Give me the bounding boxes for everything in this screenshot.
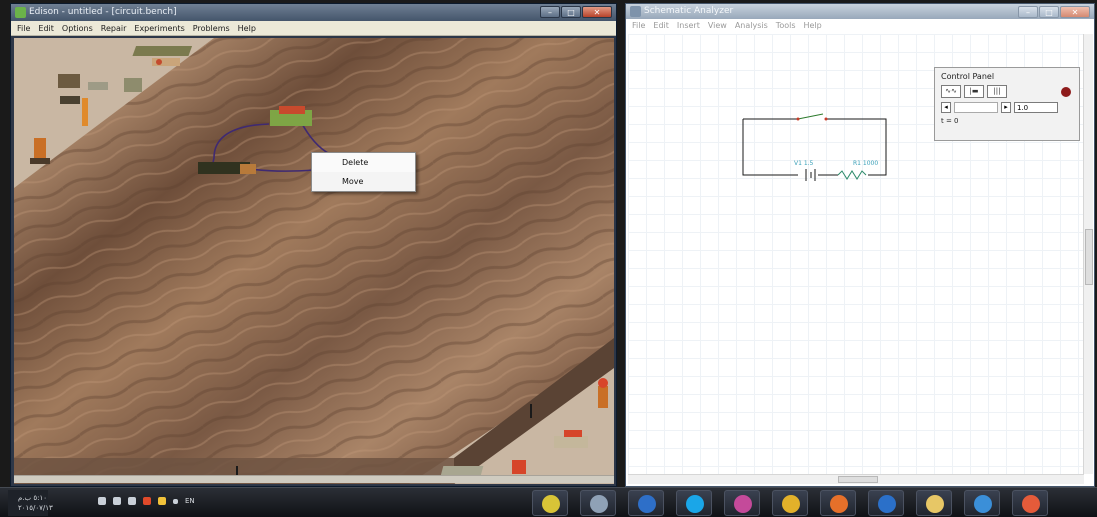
- meter-button[interactable]: |▬: [964, 85, 984, 98]
- taskbar-chrome-button[interactable]: [772, 490, 808, 516]
- horizontal-scrollbar[interactable]: [628, 474, 1084, 484]
- menu-edit[interactable]: Edit: [653, 19, 669, 32]
- scroll-thumb[interactable]: [1085, 229, 1093, 285]
- menu-tools[interactable]: Tools: [776, 19, 796, 32]
- control-panel-tools: ∿∿ |▬ |||: [935, 83, 1079, 100]
- taskbar-word-button[interactable]: [628, 490, 664, 516]
- taskbar-skype-button[interactable]: [676, 490, 712, 516]
- minimize-button[interactable]: –: [1018, 6, 1038, 18]
- battery-label: V1 1.5: [794, 160, 814, 167]
- chrome-icon: [782, 495, 800, 513]
- context-menu: Delete Move: [311, 152, 416, 192]
- menu-bar: File Edit Insert View Analysis Tools Hel…: [626, 19, 1094, 32]
- taskbar: ٥:١٠ ب.م ٢٠١٥/٠٧/١٣ EN: [0, 487, 1097, 517]
- show-hidden-icon[interactable]: [173, 498, 178, 504]
- switch-symbol: [796, 113, 828, 121]
- menu-insert[interactable]: Insert: [677, 19, 700, 32]
- schematic-window: Schematic Analyzer – □ ✕ File Edit Inser…: [625, 3, 1095, 487]
- flag-icon[interactable]: [143, 497, 151, 505]
- power-icon[interactable]: [128, 497, 136, 505]
- paint-icon: [734, 495, 752, 513]
- maximize-button[interactable]: □: [1039, 6, 1059, 18]
- battery-symbol: [805, 169, 816, 181]
- close-button[interactable]: ✕: [582, 6, 612, 18]
- menu-file[interactable]: File: [632, 19, 645, 32]
- decrement-button[interactable]: ◂: [941, 102, 951, 113]
- control-panel-value-row: ◂ ▸ 1.0: [935, 100, 1079, 115]
- skype-icon: [686, 495, 704, 513]
- taskbar-firefox-button[interactable]: [820, 490, 856, 516]
- window-controls: – □ ✕: [1018, 6, 1090, 18]
- menu-repair[interactable]: Repair: [101, 21, 127, 35]
- value-slider[interactable]: [954, 102, 998, 113]
- taskbar-edison-button[interactable]: [532, 490, 568, 516]
- menu-file[interactable]: File: [17, 21, 30, 35]
- title-bar[interactable]: Schematic Analyzer – □ ✕: [626, 4, 1094, 19]
- schematic-icon: [590, 495, 608, 513]
- menu-help[interactable]: Help: [804, 19, 822, 32]
- window-controls: – □ ✕: [540, 6, 612, 18]
- taskbar-globe-button[interactable]: [1012, 490, 1048, 516]
- menu-bar: File Edit Options Repair Experiments Pro…: [11, 21, 616, 36]
- menu-problems[interactable]: Problems: [193, 21, 230, 35]
- record-icon[interactable]: [1061, 86, 1071, 97]
- menu-edit[interactable]: Edit: [38, 21, 54, 35]
- taskbar-internet-explorer-button[interactable]: [964, 490, 1000, 516]
- taskbar-explorer-button[interactable]: [916, 490, 952, 516]
- globe-icon: [1022, 495, 1040, 513]
- increment-button[interactable]: ▸: [1001, 102, 1011, 113]
- taskbar-schematic-button[interactable]: [580, 490, 616, 516]
- schematic-canvas[interactable]: V1 1.5 R1 1000 Control Panel ∿∿ |▬ ||| ◂…: [628, 34, 1084, 474]
- workbench-scene[interactable]: Delete Move: [14, 38, 614, 484]
- volume-icon[interactable]: [113, 497, 121, 505]
- scroll-thumb[interactable]: [838, 476, 878, 483]
- window-title: Schematic Analyzer: [644, 6, 734, 16]
- firefox-icon: [830, 495, 848, 513]
- explorer-icon: [926, 495, 944, 513]
- edison-window: Edison - untitled - [circuit.bench] – □ …: [10, 3, 617, 487]
- taskbar-media-player-button[interactable]: [868, 490, 904, 516]
- word-icon: [638, 495, 656, 513]
- horizontal-scrollbar[interactable]: [14, 475, 614, 483]
- window-title: Edison - untitled - [circuit.bench]: [29, 7, 177, 17]
- context-menu-delete[interactable]: Delete: [312, 153, 415, 172]
- maximize-button[interactable]: □: [561, 6, 581, 18]
- network-icon[interactable]: [98, 497, 106, 505]
- value-field[interactable]: 1.0: [1014, 102, 1058, 113]
- vertical-scrollbar[interactable]: [1083, 34, 1093, 474]
- edison-icon: [542, 495, 560, 513]
- menu-options[interactable]: Options: [62, 21, 93, 35]
- taskbar-apps: [532, 490, 1048, 516]
- media-player-icon: [878, 495, 896, 513]
- clock-time: ٥:١٠ ب.م: [18, 494, 48, 502]
- close-button[interactable]: ✕: [1060, 6, 1090, 18]
- waveform-button[interactable]: ∿∿: [941, 85, 961, 98]
- internet-explorer-icon: [974, 495, 992, 513]
- language-indicator[interactable]: EN: [185, 497, 195, 505]
- title-bar[interactable]: Edison - untitled - [circuit.bench] – □ …: [11, 4, 616, 21]
- menu-experiments[interactable]: Experiments: [134, 21, 184, 35]
- time-readout: t = 0: [941, 117, 959, 125]
- control-panel-title: Control Panel: [941, 72, 995, 81]
- menu-help[interactable]: Help: [238, 21, 256, 35]
- battery-component: [198, 162, 256, 174]
- context-menu-move[interactable]: Move: [312, 172, 415, 191]
- clock[interactable]: ٥:١٠ ب.م ٢٠١٥/٠٧/١٣: [18, 493, 53, 513]
- menu-view[interactable]: View: [708, 19, 727, 32]
- edison-app-icon: [15, 7, 26, 18]
- workbench-canvas: [14, 38, 614, 484]
- menu-analysis[interactable]: Analysis: [735, 19, 768, 32]
- security-icon[interactable]: [158, 497, 166, 505]
- system-tray: EN: [98, 497, 195, 505]
- clock-date: ٢٠١٥/٠٧/١٣: [18, 504, 53, 512]
- taskbar-paint-button[interactable]: [724, 490, 760, 516]
- minimize-button[interactable]: –: [540, 6, 560, 18]
- resistor-symbol: [837, 170, 867, 180]
- control-panel: Control Panel ∿∿ |▬ ||| ◂ ▸ 1.0 t = 0: [934, 67, 1080, 141]
- resistor-label: R1 1000: [853, 160, 878, 167]
- bars-button[interactable]: |||: [987, 85, 1007, 98]
- schematic-app-icon: [630, 6, 641, 17]
